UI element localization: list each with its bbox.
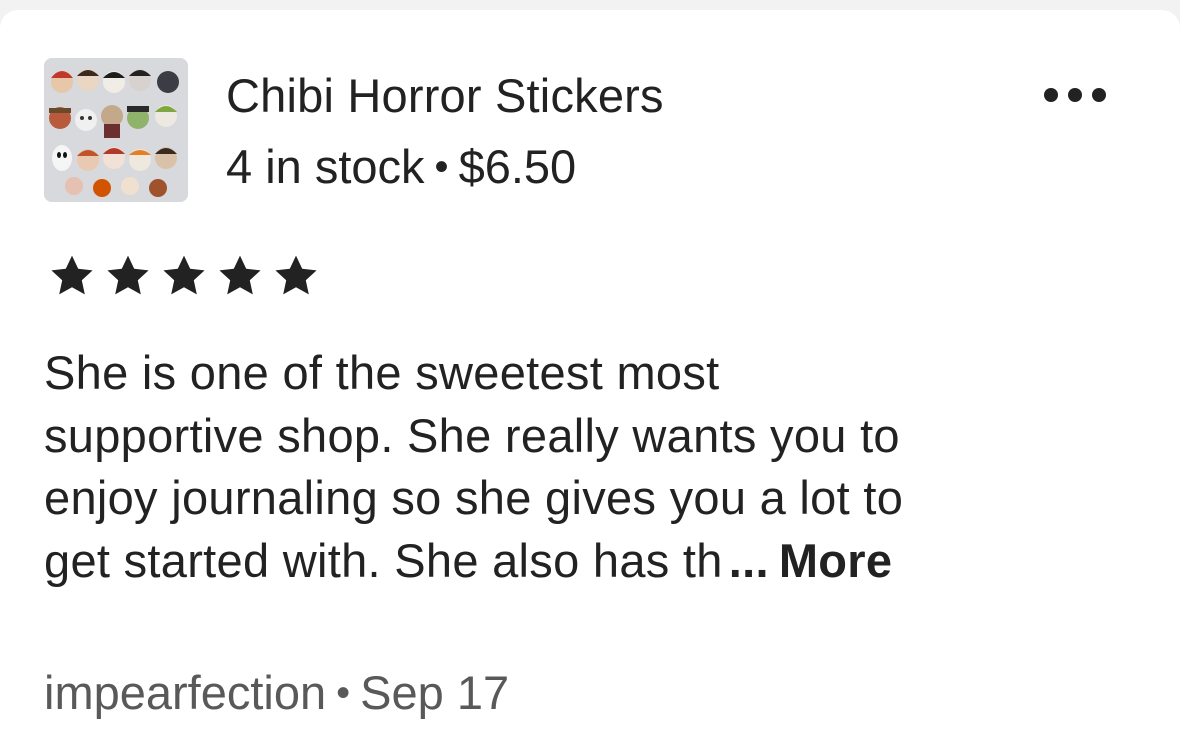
review-line: She is one of the sweetest most [44, 346, 720, 399]
review-card: Chibi Horror Stickers 4 in stock • $6.50 S… [0, 10, 1180, 734]
ellipsis: ... [728, 533, 769, 587]
star-icon [163, 255, 205, 295]
more-link[interactable]: More [779, 534, 893, 587]
separator-dot: • [434, 145, 449, 189]
listing-stock-price: 4 in stock • $6.50 [226, 138, 576, 196]
listing-thumbnail[interactable] [44, 58, 188, 202]
review-footer: impearfection • Sep 17 [44, 664, 509, 722]
stock-status: 4 in stock [226, 140, 425, 193]
star-icon [51, 255, 93, 295]
review-text: She is one of the sweetest most supporti… [44, 342, 1144, 592]
review-line-last: get started with. She also has th... More [44, 530, 1144, 593]
review-line: enjoy journaling so she gives you a lot … [44, 471, 904, 524]
reviewer-username[interactable]: impearfection [44, 666, 326, 719]
star-icon [107, 255, 149, 295]
separator-dot: • [336, 671, 351, 715]
review-date: Sep 17 [360, 666, 510, 719]
listing-price: $6.50 [458, 140, 577, 193]
review-line: get started with. She also has th [44, 533, 723, 587]
listing-title[interactable]: Chibi Horror Stickers [226, 68, 664, 124]
sticker-sheet-image [44, 58, 188, 202]
review-line: supportive shop. She really wants you to [44, 408, 900, 462]
star-rating [46, 252, 322, 300]
star-icon [219, 255, 261, 295]
star-icon [275, 255, 317, 295]
more-options-button[interactable] [1040, 82, 1110, 110]
